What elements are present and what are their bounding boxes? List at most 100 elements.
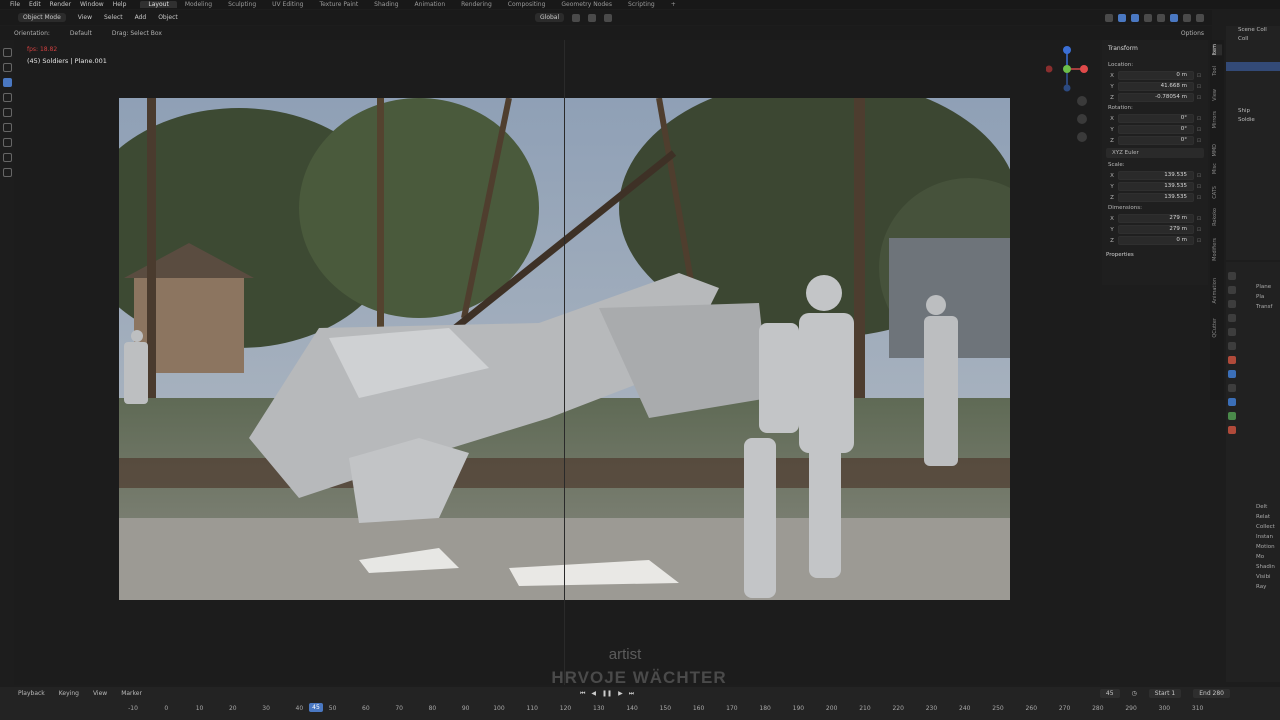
properties-subpanel[interactable]: Motion bbox=[1256, 542, 1275, 552]
world-props-icon[interactable] bbox=[1228, 342, 1236, 350]
menu-edit[interactable]: Edit bbox=[29, 1, 41, 8]
properties-subpanel[interactable]: Properties bbox=[1106, 252, 1204, 258]
gizmo-toggle-icon[interactable] bbox=[1118, 13, 1126, 22]
lock-icon[interactable]: ⊡ bbox=[1194, 138, 1204, 144]
tool-props-icon[interactable] bbox=[1228, 272, 1236, 280]
camera-view-icon[interactable] bbox=[1077, 132, 1087, 142]
timeline-menu-view[interactable]: View bbox=[93, 690, 107, 697]
wireframe-shading-icon[interactable] bbox=[1157, 13, 1165, 22]
transform-panel-title[interactable]: Transform bbox=[1106, 44, 1204, 53]
rotation-value-field[interactable]: 0° bbox=[1118, 125, 1194, 134]
properties-subpanel[interactable]: Delt bbox=[1256, 502, 1275, 512]
zoom-icon[interactable] bbox=[1077, 96, 1087, 106]
playhead-current-frame[interactable]: 45 bbox=[308, 703, 323, 712]
solid-shading-icon[interactable] bbox=[1170, 13, 1178, 22]
rendered-shading-icon[interactable] bbox=[1196, 13, 1204, 22]
properties-subpanel[interactable]: Relat bbox=[1256, 512, 1275, 522]
z-axis-icon[interactable] bbox=[1063, 46, 1071, 54]
navigation-gizmo[interactable] bbox=[1045, 44, 1090, 94]
lock-icon[interactable]: ⊡ bbox=[1194, 84, 1204, 90]
timeline-menu-playback[interactable]: Playback bbox=[18, 690, 45, 697]
workspace-tab[interactable]: UV Editing bbox=[264, 1, 311, 8]
lock-icon[interactable]: ⊡ bbox=[1194, 73, 1204, 79]
rotation-value-field[interactable]: 0° bbox=[1118, 114, 1194, 123]
dimensions-value-field[interactable]: 0 m bbox=[1118, 236, 1194, 245]
workspace-tab[interactable]: Shading bbox=[366, 1, 406, 8]
workspace-tab[interactable]: Animation bbox=[407, 1, 454, 8]
sidebar-tab-tool[interactable]: Tool bbox=[1212, 66, 1222, 76]
outliner-item[interactable] bbox=[1226, 62, 1280, 71]
properties-subpanel[interactable]: Shadin bbox=[1256, 562, 1275, 572]
jump-start-icon[interactable]: ⏮ bbox=[580, 690, 585, 698]
workspace-tab[interactable]: Layout bbox=[140, 1, 177, 8]
outliner-item[interactable]: Ship bbox=[1226, 107, 1280, 116]
properties-item[interactable]: Plane bbox=[1256, 282, 1275, 292]
neg-x-axis-icon[interactable] bbox=[1045, 65, 1053, 73]
visibility-icon[interactable] bbox=[1105, 13, 1113, 22]
scale-value-field[interactable]: 139.535 bbox=[1118, 171, 1194, 180]
scene-props-icon[interactable] bbox=[1228, 328, 1236, 336]
view-menu[interactable]: View bbox=[78, 14, 92, 21]
properties-item[interactable]: Transf bbox=[1256, 302, 1275, 312]
timeline-menu-keying[interactable]: Keying bbox=[59, 690, 79, 697]
neg-z-axis-icon[interactable] bbox=[1063, 84, 1071, 92]
workspace-tab[interactable]: Sculpting bbox=[220, 1, 264, 8]
physics-props-icon[interactable] bbox=[1228, 398, 1236, 406]
constraints-props-icon[interactable] bbox=[1228, 412, 1236, 420]
sidebar-tab-qcutter[interactable]: QCutter bbox=[1212, 318, 1222, 338]
transform-orientation-selector[interactable]: Global bbox=[535, 13, 565, 22]
proportional-edit-icon[interactable] bbox=[604, 13, 613, 22]
annotate-tool-icon[interactable] bbox=[2, 138, 12, 147]
location-value-field[interactable]: 41.668 m bbox=[1118, 82, 1194, 91]
render-props-icon[interactable] bbox=[1228, 286, 1236, 294]
mode-selector[interactable]: Object Mode bbox=[18, 13, 66, 22]
menu-help[interactable]: Help bbox=[113, 1, 127, 8]
tweak-tool-icon[interactable] bbox=[2, 48, 12, 57]
pivot-icon[interactable] bbox=[572, 13, 581, 22]
menu-render[interactable]: Render bbox=[50, 1, 71, 8]
add-cube-tool-icon[interactable] bbox=[2, 168, 12, 177]
select-menu[interactable]: Select bbox=[104, 14, 123, 21]
current-frame-field[interactable]: 45 bbox=[1099, 689, 1120, 698]
start-frame-field[interactable]: 1 bbox=[1171, 690, 1175, 697]
y-axis-icon[interactable] bbox=[1063, 65, 1071, 73]
workspace-tab[interactable]: Geometry Nodes bbox=[553, 1, 620, 8]
scale-value-field[interactable]: 139.535 bbox=[1118, 182, 1194, 191]
menu-window[interactable]: Window bbox=[80, 1, 104, 8]
measure-tool-icon[interactable] bbox=[2, 153, 12, 162]
workspace-tab[interactable]: Modeling bbox=[177, 1, 220, 8]
sidebar-tab-mirrors[interactable]: Mirrors bbox=[1212, 111, 1222, 128]
sidebar-tab-item[interactable]: Item bbox=[1212, 44, 1222, 56]
modifier-props-icon[interactable] bbox=[1228, 370, 1236, 378]
rotation-mode-select[interactable]: XYZ Euler bbox=[1106, 148, 1204, 158]
location-value-field[interactable]: -0.78054 m bbox=[1118, 93, 1194, 102]
outliner-item[interactable] bbox=[1226, 80, 1280, 89]
properties-subpanel[interactable]: Collect bbox=[1256, 522, 1275, 532]
orientation-value[interactable]: Default bbox=[70, 30, 92, 37]
lock-icon[interactable]: ⊡ bbox=[1194, 195, 1204, 201]
pan-hand-icon[interactable] bbox=[1077, 114, 1087, 124]
properties-subpanel[interactable]: Ray bbox=[1256, 582, 1275, 592]
material-shading-icon[interactable] bbox=[1183, 13, 1191, 22]
clock-icon[interactable]: ◷ bbox=[1132, 690, 1137, 697]
outliner-item[interactable] bbox=[1226, 71, 1280, 80]
outliner-item[interactable] bbox=[1226, 98, 1280, 107]
x-axis-icon[interactable] bbox=[1080, 65, 1088, 73]
lock-icon[interactable]: ⊡ bbox=[1194, 216, 1204, 222]
outliner-item[interactable] bbox=[1226, 89, 1280, 98]
workspace-tab[interactable]: Scripting bbox=[620, 1, 663, 8]
sidebar-tab-mmd[interactable]: MMD bbox=[1212, 144, 1222, 156]
jump-end-icon[interactable]: ⏭ bbox=[629, 690, 634, 698]
timeline-menu-marker[interactable]: Marker bbox=[121, 690, 142, 697]
lock-icon[interactable]: ⊡ bbox=[1194, 184, 1204, 190]
options-menu[interactable]: Options bbox=[1181, 30, 1204, 37]
xray-icon[interactable] bbox=[1144, 13, 1152, 22]
snap-icon[interactable] bbox=[588, 13, 597, 22]
play-icon[interactable]: ▶ bbox=[618, 690, 623, 698]
lock-icon[interactable]: ⊡ bbox=[1194, 116, 1204, 122]
move-tool-icon[interactable] bbox=[2, 78, 12, 87]
rotation-value-field[interactable]: 0° bbox=[1118, 136, 1194, 145]
sidebar-tab-rokoko[interactable]: Rokoko bbox=[1212, 208, 1222, 226]
menu-file[interactable]: File bbox=[10, 1, 20, 8]
scale-tool-icon[interactable] bbox=[2, 108, 12, 117]
